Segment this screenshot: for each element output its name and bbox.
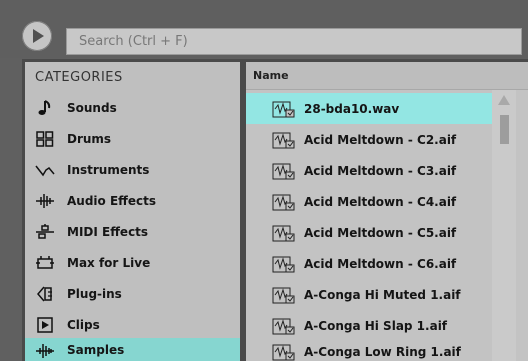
file-name: A-Conga Hi Slap 1.aif [304,319,448,333]
file-row[interactable]: Acid Meltdown - C3.aif [246,155,493,186]
file-row[interactable]: Acid Meltdown - C4.aif [246,186,493,217]
scrollbar-thumb[interactable] [500,115,509,144]
file-row[interactable]: 28-bda10.wav [246,93,493,124]
scroll-up-arrow-icon[interactable] [497,94,511,106]
audio-file-icon [272,318,295,335]
categories-title: CATEGORIES [35,70,123,85]
sidebar-item-label: Clips [67,318,100,332]
file-name: 28-bda10.wav [304,102,400,116]
plugin-icon [37,286,52,302]
audio-file-icon [272,163,295,180]
sidebar-item-audio-effects[interactable]: Audio Effects [25,186,240,217]
file-row[interactable]: Acid Meltdown - C5.aif [246,217,493,248]
file-row[interactable]: Acid Meltdown - C2.aif [246,124,493,155]
sample-icon [36,344,54,358]
note-icon [38,100,51,115]
file-name: Acid Meltdown - C3.aif [304,164,457,178]
audio-file-icon [272,344,295,361]
categories-panel: CATEGORIES Sounds Drums Instruments Audi… [25,62,240,361]
sidebar-item-label: Plug-ins [67,287,122,301]
wave-icon [35,165,55,177]
audio-file-icon [272,132,295,149]
audio-effect-icon [36,194,54,208]
play-arrow-icon [33,29,44,43]
sidebar-item-label: Max for Live [67,256,151,270]
sidebar-item-clips[interactable]: Clips [25,310,240,341]
search-input[interactable]: Search (Ctrl + F) [66,28,522,55]
sidebar-item-label: Audio Effects [67,194,157,208]
sidebar-item-samples[interactable]: Samples [25,338,240,361]
browser-toolbar: Search (Ctrl + F) [0,0,528,58]
file-name: Acid Meltdown - C4.aif [304,195,457,209]
audio-file-icon [272,256,295,273]
file-row[interactable]: A-Conga Hi Muted 1.aif [246,279,493,310]
audio-file-icon [272,287,295,304]
sidebar-item-label: Sounds [67,101,117,115]
file-name: Acid Meltdown - C6.aif [304,257,457,271]
audio-file-icon [272,225,295,242]
file-list-panel: Name 28-bda10.wav Acid Meltdown - C2.aif… [246,62,528,361]
sidebar-item-label: MIDI Effects [67,225,149,239]
audio-file-icon [272,194,295,211]
audio-file-icon [272,101,295,118]
file-row[interactable]: A-Conga Hi Slap 1.aif [246,310,493,341]
sidebar-item-instruments[interactable]: Instruments [25,155,240,186]
column-header-label: Name [253,69,289,82]
max-for-live-icon [36,256,54,269]
file-name: A-Conga Low Ring 1.aif [304,345,461,359]
sidebar-item-sounds[interactable]: Sounds [25,93,240,124]
midi-effect-icon [36,224,54,239]
grid-icon [36,131,54,147]
sidebar-item-label: Drums [67,132,112,146]
file-row[interactable]: A-Conga Low Ring 1.aif [246,339,493,361]
back-button[interactable] [22,21,52,51]
file-name: Acid Meltdown - C5.aif [304,226,457,240]
clip-icon [37,317,53,333]
column-header-name[interactable]: Name [246,62,528,90]
sidebar-item-drums[interactable]: Drums [25,124,240,155]
sidebar-item-label: Instruments [67,163,150,177]
file-name: A-Conga Hi Muted 1.aif [304,288,461,302]
file-row[interactable]: Acid Meltdown - C6.aif [246,248,493,279]
sidebar-item-max-for-live[interactable]: Max for Live [25,248,240,279]
sidebar-item-midi-effects[interactable]: MIDI Effects [25,217,240,248]
sidebar-item-label: Samples [67,343,125,357]
file-name: Acid Meltdown - C2.aif [304,133,457,147]
sidebar-item-plug-ins[interactable]: Plug-ins [25,279,240,310]
